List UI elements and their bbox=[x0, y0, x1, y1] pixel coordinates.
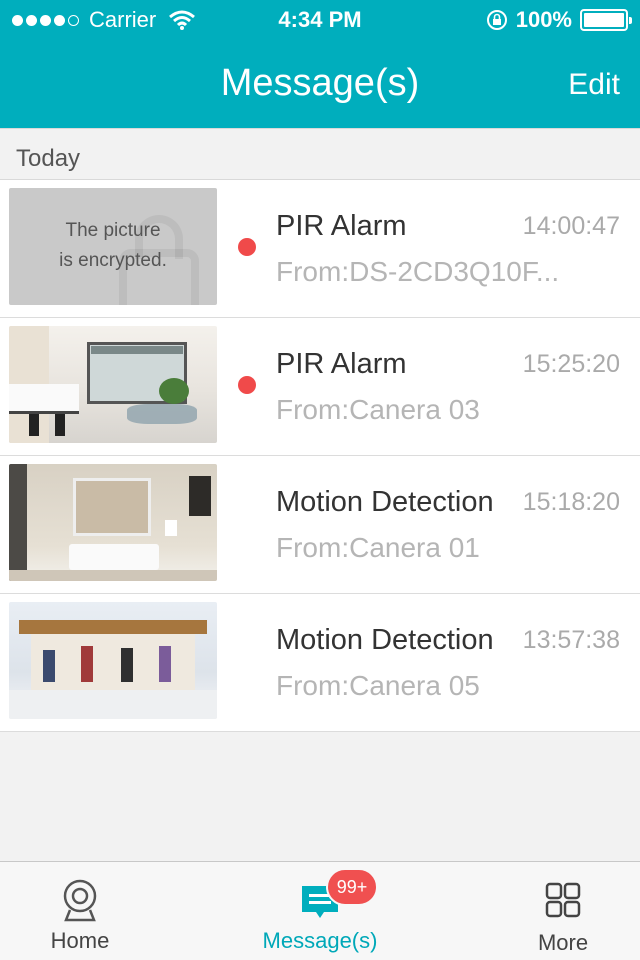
tab-home[interactable]: Home bbox=[0, 862, 160, 960]
message-title: Motion Detection bbox=[276, 486, 494, 518]
message-title: PIR Alarm bbox=[276, 210, 407, 242]
section-title: Today bbox=[16, 145, 81, 172]
message-title: PIR Alarm bbox=[276, 348, 407, 380]
battery-percent: 100% bbox=[515, 7, 572, 32]
edit-button[interactable]: Edit bbox=[568, 68, 620, 102]
grid-icon bbox=[545, 882, 581, 918]
message-time: 13:57:38 bbox=[522, 626, 620, 654]
battery-icon bbox=[580, 9, 632, 31]
page-title: Message(s) bbox=[220, 62, 420, 104]
message-time: 15:25:20 bbox=[522, 350, 620, 378]
list-item[interactable]: PIR Alarm 15:25:20 From:Canera 03 bbox=[0, 318, 640, 456]
tab-home-label: Home bbox=[50, 928, 110, 953]
tab-more-label: More bbox=[537, 930, 589, 955]
tab-bar: Home Message(s) 99+ More bbox=[0, 861, 640, 960]
tab-messages[interactable]: Message(s) bbox=[240, 862, 400, 960]
section-header-today: Today bbox=[0, 128, 640, 180]
message-source: From:DS-2CD3Q10F... bbox=[276, 256, 560, 287]
unread-dot bbox=[238, 238, 256, 256]
tab-messages-label: Message(s) bbox=[262, 928, 378, 953]
kitchen-thumbnail bbox=[9, 326, 217, 443]
camera-icon bbox=[63, 879, 97, 922]
rotation-lock-icon bbox=[486, 10, 507, 30]
message-time: 14:00:47 bbox=[522, 212, 620, 240]
message-time: 15:18:20 bbox=[522, 488, 620, 516]
list-item[interactable]: Motion Detection 15:18:20 From:Canera 01 bbox=[0, 456, 640, 594]
living-room-thumbnail bbox=[9, 464, 217, 581]
encrypted-text-line-1: The picture bbox=[65, 220, 161, 241]
encrypted-thumbnail: The picture is encrypted. bbox=[9, 188, 217, 305]
messages-count-badge: 99+ bbox=[326, 868, 378, 906]
encrypted-text-line-2: is encrypted. bbox=[59, 250, 167, 271]
message-title: Motion Detection bbox=[276, 624, 494, 656]
tab-more[interactable]: More bbox=[483, 862, 640, 960]
list-item[interactable]: The picture is encrypted. PIR Alarm 14:0… bbox=[0, 180, 640, 318]
message-source: From:Canera 03 bbox=[276, 394, 480, 425]
message-source: From:Canera 05 bbox=[276, 670, 480, 701]
header: Carrier 4:34 PM 100% Message(s) Edit bbox=[0, 0, 640, 128]
store-thumbnail bbox=[9, 602, 217, 719]
message-source: From:Canera 01 bbox=[276, 532, 480, 563]
list-item[interactable]: Motion Detection 13:57:38 From:Canera 05 bbox=[0, 594, 640, 732]
message-list: The picture is encrypted. PIR Alarm 14:0… bbox=[0, 180, 640, 732]
unread-dot bbox=[238, 376, 256, 394]
status-bar: Carrier 4:34 PM 100% bbox=[0, 0, 640, 40]
